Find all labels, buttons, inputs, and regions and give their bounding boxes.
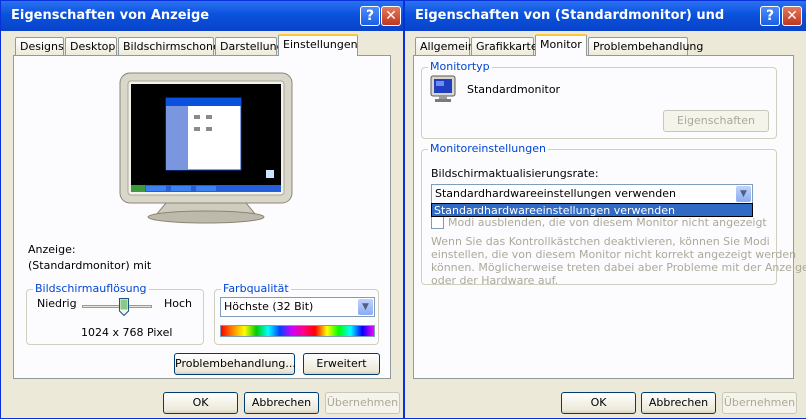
tab-settings[interactable]: Einstellungen — [278, 34, 358, 56]
close-icon[interactable]: ✕ — [381, 6, 401, 26]
resolution-high-label: Hoch — [164, 297, 193, 310]
monitor-properties-button[interactable]: Eigenschaften — [663, 110, 769, 132]
settings-panel: Anzeige: (Standardmonitor) mit Bildschir… — [13, 55, 391, 379]
description-line: einstellen, die von diesem Monitor nicht… — [431, 248, 797, 261]
tab-designs[interactable]: Designs — [15, 37, 64, 56]
monitor-icon — [430, 75, 456, 102]
resolution-slider-thumb[interactable] — [119, 298, 129, 317]
hide-modes-checkbox[interactable] — [431, 216, 444, 229]
tab-general[interactable]: Allgemein — [415, 37, 475, 56]
monitor-name: Standardmonitor — [467, 83, 561, 96]
description-line: oder der Hardware auf. — [431, 274, 559, 287]
close-icon[interactable]: ✕ — [782, 6, 802, 26]
troubleshoot-button[interactable]: Problembehandlung... — [174, 353, 296, 375]
tab-monitor[interactable]: Monitor — [535, 34, 587, 56]
display-label: Anzeige: — [28, 243, 76, 256]
color-quality-select[interactable]: Höchste (32 Bit) ▼ — [220, 297, 375, 317]
color-spectrum-bar — [220, 325, 375, 337]
refresh-rate-option[interactable]: Standardhardwareeinstellungen verwenden — [431, 203, 753, 217]
display-properties-window: Eigenschaften von Anzeige ? ✕ Designs De… — [0, 0, 404, 419]
hide-modes-label[interactable]: Modi ausblenden, die von diesem Monitor … — [448, 216, 770, 229]
cancel-button[interactable]: Abbrechen — [244, 392, 319, 414]
tab-appearance[interactable]: Darstellung — [215, 37, 284, 56]
monitor-properties-titlebar[interactable]: Eigenschaften von (Standardmonitor) und — [405, 1, 806, 31]
help-icon[interactable]: ? — [760, 6, 780, 26]
help-icon[interactable]: ? — [360, 6, 380, 26]
tab-troubleshooting[interactable]: Problembehandlung — [588, 37, 703, 56]
monitor-preview-icon — [119, 72, 293, 224]
refresh-rate-select[interactable]: Standardhardwareeinstellungen verwenden … — [431, 184, 753, 204]
refresh-rate-value: Standardhardwareeinstellungen verwenden — [435, 187, 676, 200]
color-quality-legend: Farbqualität — [221, 282, 291, 295]
chevron-down-icon[interactable]: ▼ — [358, 299, 373, 315]
monitor-panel: Monitortyp Standardmonitor Eigenschaften… — [413, 55, 806, 379]
ok-button[interactable]: OK — [561, 392, 636, 414]
monitor-type-legend: Monitortyp — [428, 60, 492, 73]
refresh-rate-option-label: Standardhardwareeinstellungen verwenden — [434, 204, 675, 217]
description-line: können. Möglicherweise treten dabei aber… — [431, 261, 806, 274]
ok-button[interactable]: OK — [163, 392, 238, 414]
tab-graphics-card[interactable]: Grafikkarte — [471, 37, 538, 56]
refresh-rate-label: Bildschirmaktualisierungsrate: — [431, 167, 599, 180]
display-value: (Standardmonitor) mit — [28, 259, 152, 272]
resolution-legend: Bildschirmauflösung — [33, 282, 149, 295]
display-properties-titlebar[interactable]: Eigenschaften von Anzeige — [1, 1, 403, 31]
tab-desktop[interactable]: Desktop — [65, 37, 117, 56]
tab-screensaver[interactable]: Bildschirmschoner — [118, 37, 224, 56]
advanced-button[interactable]: Erweitert — [303, 353, 380, 375]
monitor-type-group: Monitortyp Standardmonitor Eigenschaften — [421, 60, 777, 139]
description-line: Wenn Sie das Kontrollkästchen deaktivier… — [431, 235, 770, 248]
apply-button[interactable]: Übernehmen — [325, 392, 400, 414]
color-quality-group: Farbqualität Höchste (32 Bit) ▼ — [214, 282, 379, 345]
color-quality-value: Höchste (32 Bit) — [224, 300, 314, 313]
window-title: Eigenschaften von (Standardmonitor) und — [415, 8, 725, 23]
monitor-properties-window: Eigenschaften von (Standardmonitor) und … — [404, 0, 806, 419]
apply-button[interactable]: Übernehmen — [722, 392, 797, 414]
cancel-button[interactable]: Abbrechen — [641, 392, 716, 414]
window-title: Eigenschaften von Anzeige — [11, 8, 210, 23]
resolution-group: Bildschirmauflösung Niedrig Hoch 1024 x … — [26, 282, 204, 345]
monitor-settings-group: Monitoreinstellungen Bildschirmaktualisi… — [421, 142, 806, 287]
chevron-down-icon[interactable]: ▼ — [736, 186, 751, 202]
resolution-low-label: Niedrig — [37, 297, 77, 310]
monitor-settings-legend: Monitoreinstellungen — [428, 142, 548, 155]
resolution-value: 1024 x 768 Pixel — [81, 326, 173, 339]
resolution-slider-track[interactable] — [82, 305, 152, 308]
